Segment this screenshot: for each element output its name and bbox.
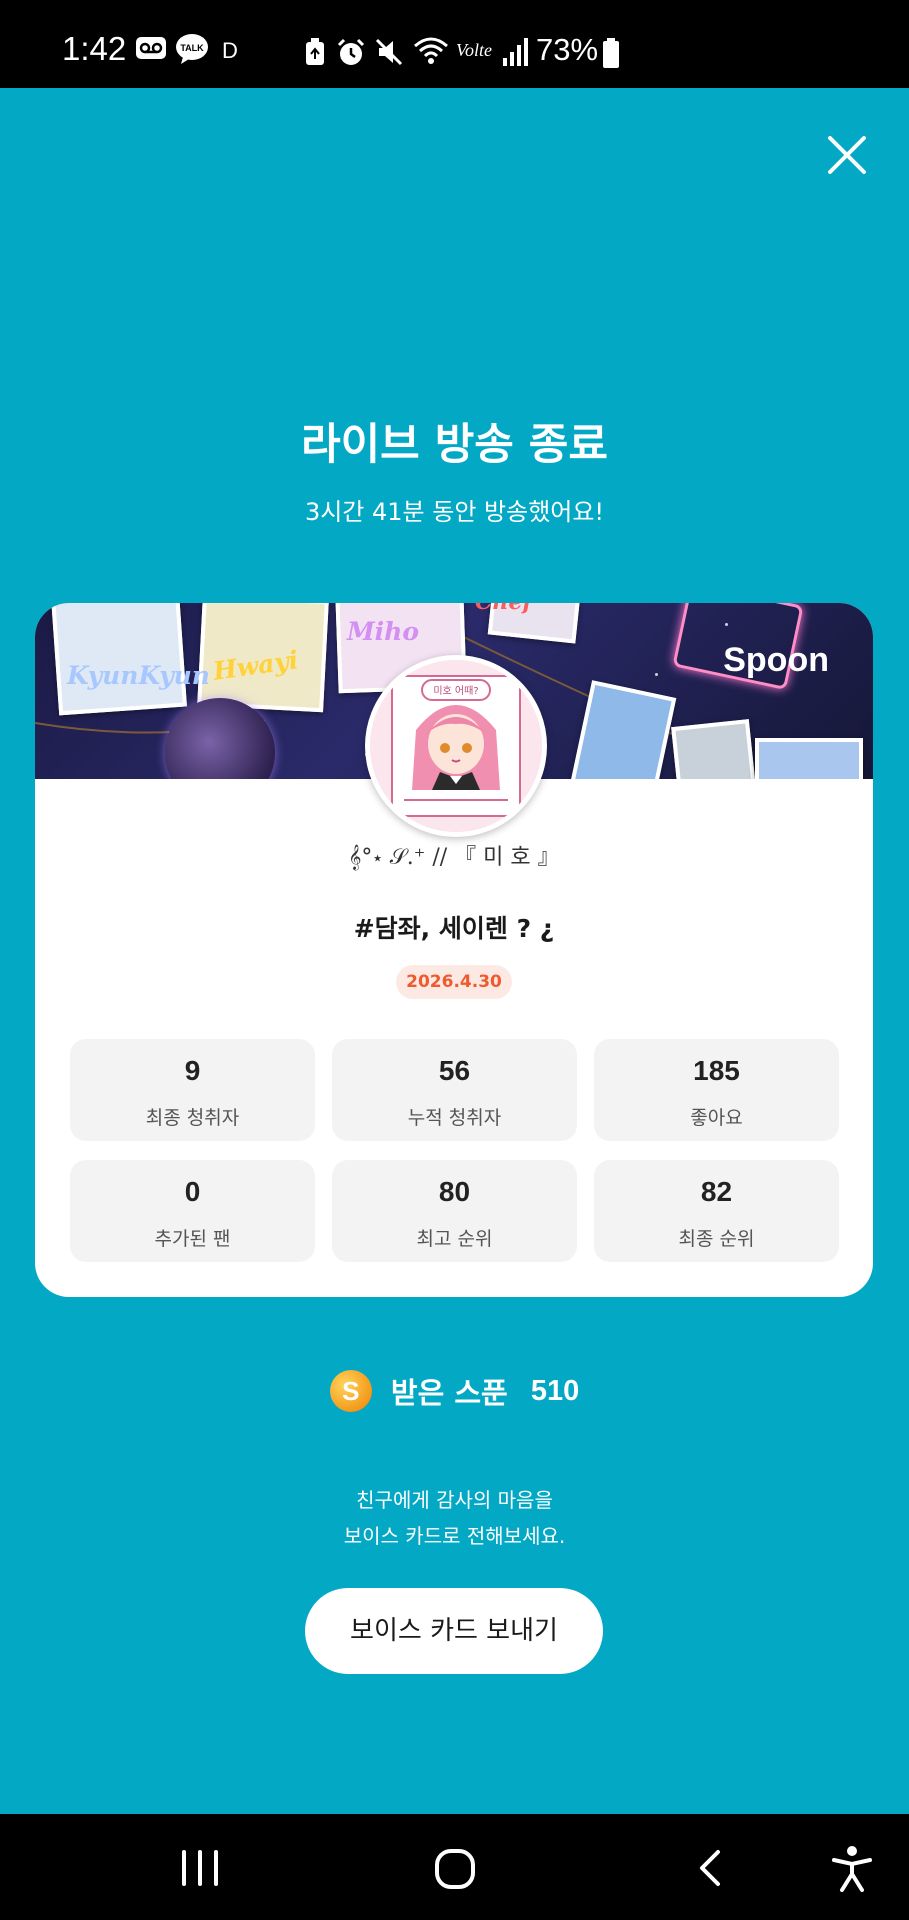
volte-indicator: Volte — [456, 40, 492, 60]
accessibility-button[interactable] — [830, 1844, 874, 1898]
stat-value: 56 — [438, 1055, 471, 1086]
stat-final-rank: 82 최종 순위 — [594, 1160, 839, 1262]
broadcast-summary-card: KyunKyun Hwayi Miho Chef Spoon 미호 어때? 𝄞°… — [35, 603, 873, 1297]
stat-label: 좋아요 — [690, 1107, 743, 1129]
avatar: 미호 어때? — [365, 655, 547, 837]
accessibility-icon — [832, 1846, 872, 1892]
banner-label: Miho — [347, 617, 420, 646]
battery-saver-icon — [304, 38, 326, 70]
received-spoons-label: 받은 스푼 — [390, 1376, 508, 1410]
spoon-coin-icon: S — [329, 1370, 372, 1412]
stat-new-fans: 0 추가된 팬 — [70, 1160, 315, 1262]
kakaotalk-text: TALK — [180, 43, 204, 53]
received-spoons: S 받은 스푼 510 — [0, 1370, 909, 1420]
recents-icon — [182, 1850, 218, 1886]
live-title: #담좌, 세이렌 ? ¿ — [353, 914, 555, 943]
back-button[interactable] — [694, 1848, 724, 1892]
recents-button[interactable] — [180, 1850, 220, 1890]
stat-value: 82 — [700, 1176, 733, 1207]
voice-card-prompt: 친구에게 감사의 마음을 보이스 카드로 전해보세요. — [0, 1482, 909, 1554]
mute-icon — [375, 38, 403, 70]
battery-percent: 73% — [536, 32, 599, 67]
d-indicator: D — [222, 38, 238, 63]
broadcast-duration: 3시간 41분 동안 방송했어요! — [304, 498, 605, 526]
system-navigation-bar — [0, 1814, 909, 1920]
stat-best-rank: 80 최고 순위 — [332, 1160, 577, 1262]
send-voice-card-button[interactable]: 보이스 카드 보내기 — [305, 1588, 603, 1674]
stat-label: 최종 청취자 — [145, 1107, 240, 1129]
voicemail-icon — [135, 36, 167, 64]
received-spoons-count: 510 — [530, 1374, 580, 1407]
voice-card-prompt-line: 보이스 카드로 전해보세요. — [343, 1524, 566, 1548]
status-time: 1:42 — [62, 30, 127, 67]
status-bar: 1:42 TALK D Volte 73% — [0, 0, 909, 88]
dj-nickname: 𝄞°⋆ 𝒮.⁺ // 『 미 호 』 — [348, 845, 560, 870]
stat-total-listeners: 56 누적 청취자 — [332, 1039, 577, 1141]
battery-icon — [602, 38, 620, 72]
spoon-logo: Spoon — [723, 641, 829, 679]
date-badge: 2026.4.30 — [396, 965, 512, 999]
stat-value: 80 — [438, 1176, 471, 1207]
stat-label: 최고 순위 — [416, 1228, 493, 1250]
stat-label: 추가된 팬 — [154, 1228, 231, 1250]
avatar-bubble-text: 미호 어때? — [433, 685, 478, 697]
stat-value: 0 — [184, 1176, 201, 1207]
signal-icon — [502, 38, 528, 70]
stat-label: 누적 청취자 — [407, 1107, 502, 1129]
close-icon — [828, 136, 866, 174]
page-title: 라이브 방송 종료 — [301, 420, 608, 470]
kakaotalk-icon: TALK — [175, 33, 209, 69]
home-icon — [435, 1849, 475, 1889]
voice-card-prompt-line: 친구에게 감사의 마음을 — [356, 1488, 553, 1512]
stat-final-listeners: 9 최종 청취자 — [70, 1039, 315, 1141]
stat-value: 185 — [693, 1055, 740, 1086]
stat-likes: 185 좋아요 — [594, 1039, 839, 1141]
banner-label: KyunKyun — [67, 661, 210, 690]
wifi-icon — [413, 36, 449, 70]
stat-value: 9 — [184, 1055, 201, 1086]
stat-label: 최종 순위 — [678, 1228, 755, 1250]
banner-label: Chef — [475, 603, 532, 615]
home-button[interactable] — [434, 1848, 476, 1894]
close-button[interactable] — [822, 130, 872, 180]
back-icon — [700, 1850, 720, 1886]
alarm-icon — [336, 38, 366, 72]
